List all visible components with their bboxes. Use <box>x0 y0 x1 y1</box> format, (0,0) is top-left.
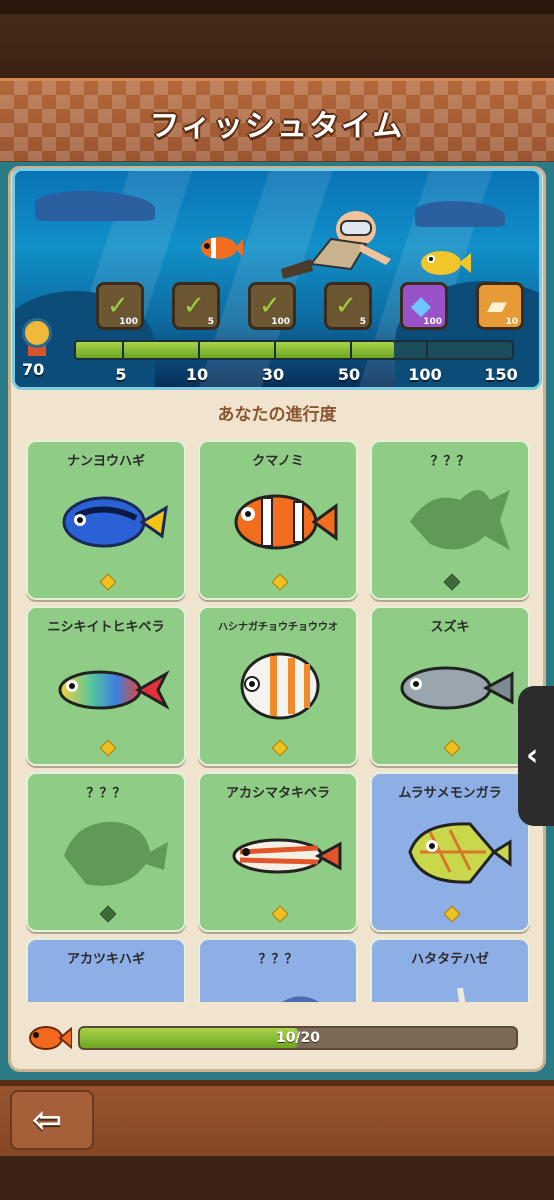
unknown-fish-silhouette <box>282 996 319 1002</box>
diver-character <box>281 211 391 279</box>
fish-card[interactable]: スズキ <box>370 606 530 766</box>
fish-card[interactable]: ？？？ <box>26 772 186 932</box>
fish-card[interactable]: ハタタテハゼ <box>370 938 530 1002</box>
top-bar <box>0 0 554 78</box>
fish-name: ？？？ <box>258 952 298 967</box>
fish-name: スズキ <box>430 620 470 635</box>
fish-name: ムラサメモンガラ <box>398 786 502 801</box>
fish-card[interactable]: ニシキイトヒキベラ <box>26 606 186 766</box>
rarity-gem-icon <box>271 573 289 591</box>
fish-card[interactable]: ムラサメモンガラ <box>370 772 530 932</box>
fish-name: ハシナガチョウチョウウオ <box>218 622 338 633</box>
medal-count: 70 <box>22 360 45 379</box>
fish-name: アカツキハギ <box>66 952 145 967</box>
check-icon: ✓ <box>183 291 205 321</box>
collection-progress-bar: 10/20 <box>78 1026 518 1050</box>
boxfish <box>408 822 512 884</box>
fish-card[interactable]: クマノミ <box>198 440 358 600</box>
diamond-icon: ◆ <box>411 291 431 321</box>
page-title: フィッシュタイム <box>149 109 405 144</box>
fish-card[interactable]: アカツキハギ <box>26 938 186 1002</box>
milestone-progress-bar <box>74 340 514 360</box>
header: フィッシュタイム <box>0 78 554 164</box>
unknown-fish-silhouette <box>64 821 168 886</box>
side-panel-handle[interactable]: ‹ <box>518 686 554 826</box>
fish-name: ？？？ <box>86 786 126 801</box>
ticket-icon: ▰ <box>487 291 507 321</box>
firefish <box>457 987 466 1002</box>
fish-name: ？？？ <box>430 454 470 469</box>
butterflyfish <box>240 652 320 720</box>
fish-card[interactable]: ナンヨウハギ <box>26 440 186 600</box>
milestone-label: 50 <box>337 365 361 384</box>
blue-tang-fish <box>62 496 168 548</box>
fish-name: ニシキイトヒキベラ <box>47 620 165 635</box>
rarity-gem-icon <box>271 905 289 923</box>
fish-card[interactable]: ？？？ <box>370 440 530 600</box>
fish-card[interactable]: アカシマタキベラ <box>198 772 358 932</box>
check-icon: ✓ <box>107 291 129 321</box>
collection-progress: 10/20 <box>22 1018 522 1060</box>
fish-name: アカシマタキベラ <box>225 786 330 801</box>
reward-box-50[interactable]: ✓ 5 <box>324 282 372 330</box>
milestone-label: 5 <box>115 365 127 384</box>
rarity-gem-icon <box>99 739 117 757</box>
reward-box-5[interactable]: ✓ 100 <box>96 282 144 330</box>
progress-title: あなたの進行度 <box>217 405 337 425</box>
fish-name: ナンヨウハギ <box>66 454 145 469</box>
milestone-label: 30 <box>261 365 285 384</box>
reward-box-150[interactable]: ▰ 10 <box>476 282 524 330</box>
yellow-fish-sprite <box>421 251 471 275</box>
back-arrow-icon: ⇦ <box>32 1100 63 1141</box>
chevron-left-icon: ‹ <box>526 738 539 773</box>
unknown-fish-silhouette <box>410 490 510 550</box>
red-striped-wrasse-fish <box>232 838 342 874</box>
fish-name: クマノミ <box>252 454 304 469</box>
milestone-label: 10 <box>185 365 209 384</box>
reward-box-100[interactable]: ◆ 100 <box>400 282 448 330</box>
check-icon: ✓ <box>335 291 357 321</box>
milestone-label: 100 <box>408 365 442 384</box>
reward-box-30[interactable]: ✓ 100 <box>248 282 296 330</box>
rarity-gem-icon <box>99 573 117 591</box>
sea-bass-fish <box>400 666 514 710</box>
fish-collection-grid[interactable]: ナンヨウハギ クマノミ ？？？ ニシキイトヒキベラ ハシナガチョウチョウウオ ス… <box>22 436 532 1002</box>
reward-box-10[interactable]: ✓ 5 <box>172 282 220 330</box>
rarity-gem-icon <box>271 739 289 757</box>
partial-fish <box>46 978 170 1002</box>
check-icon: ✓ <box>259 291 281 321</box>
collection-count: 10/20 <box>275 1030 321 1046</box>
milestone-label: 150 <box>484 365 518 384</box>
rarity-gem-icon <box>443 905 461 923</box>
rarity-gem-icon <box>443 573 461 591</box>
rarity-gem-icon <box>443 739 461 757</box>
medal-fish-icon <box>22 318 52 348</box>
clownfish-sprite <box>201 237 243 259</box>
rainbow-wrasse-fish <box>58 670 170 710</box>
fish-icon <box>29 1026 72 1050</box>
fish-name: ハタタテハゼ <box>411 952 489 967</box>
rarity-gem-icon <box>99 905 117 923</box>
back-button[interactable]: ⇦ <box>10 1090 94 1150</box>
fish-card[interactable]: ？？？ <box>198 938 358 1002</box>
clownfish <box>234 494 338 550</box>
fish-card[interactable]: ハシナガチョウチョウウオ <box>198 606 358 766</box>
